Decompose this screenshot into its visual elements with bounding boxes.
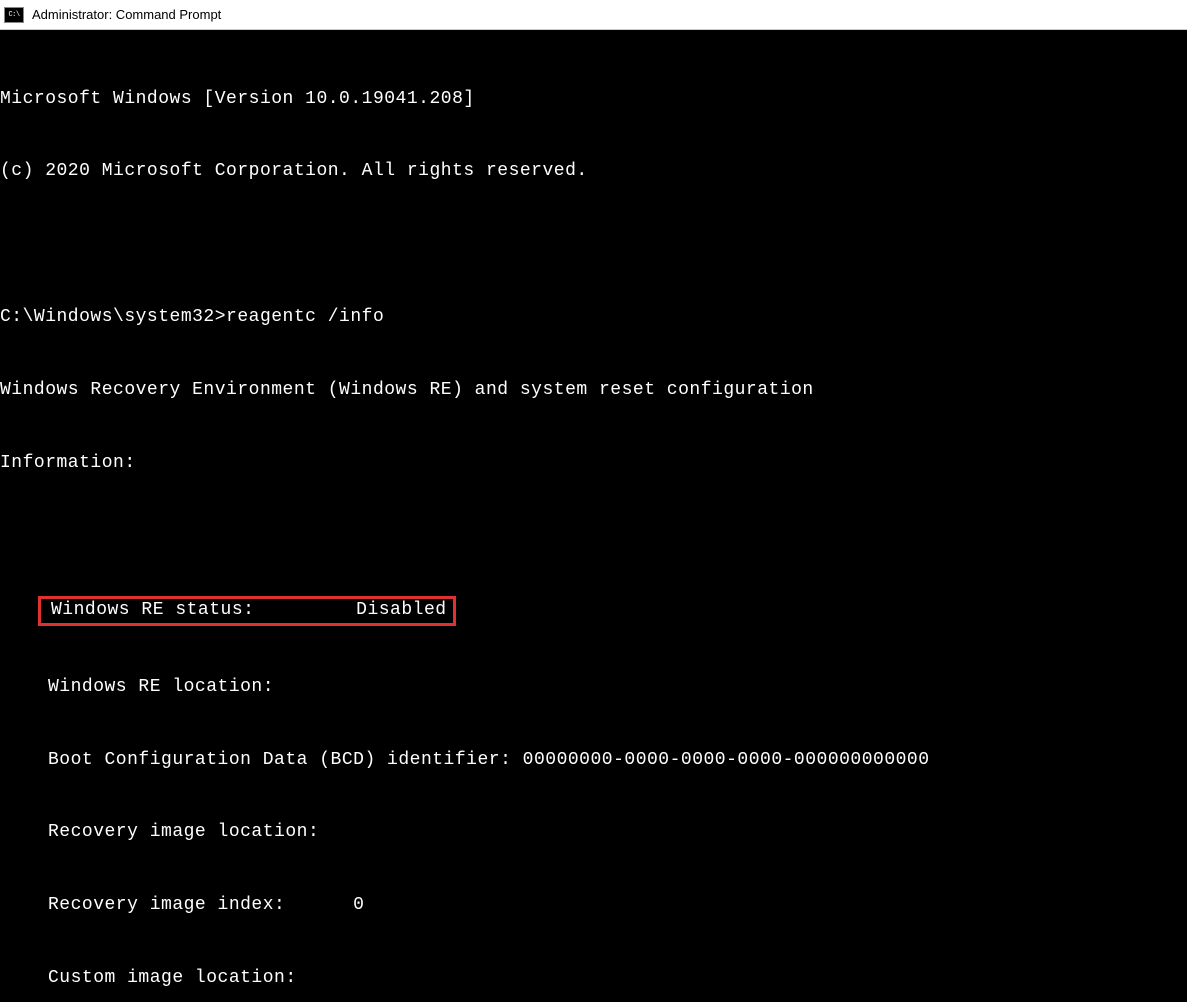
cmd-icon: C:\ [4,7,24,23]
recovery-image-index-row: Recovery image index: 0 [0,893,1187,917]
blank-line [0,524,1187,548]
prompt-command-1: C:\Windows\system32>reagentc /info [0,305,1187,329]
bcd-identifier-row: Boot Configuration Data (BCD) identifier… [0,748,1187,772]
terminal-output[interactable]: Microsoft Windows [Version 10.0.19041.20… [0,30,1187,1002]
recovery-image-location-row: Recovery image location: [0,820,1187,844]
window-title: Administrator: Command Prompt [32,7,221,22]
output-header-line: Windows Recovery Environment (Windows RE… [0,378,1187,402]
highlight-row-1: Windows RE status: Disabled [0,596,1187,626]
blank-line [0,232,1187,256]
re-location-row: Windows RE location: [0,675,1187,699]
copyright-line: (c) 2020 Microsoft Corporation. All righ… [0,159,1187,183]
custom-image-location-row: Custom image location: [0,966,1187,990]
os-version-line: Microsoft Windows [Version 10.0.19041.20… [0,87,1187,111]
window-titlebar[interactable]: C:\ Administrator: Command Prompt [0,0,1187,30]
output-information-label: Information: [0,451,1187,475]
re-status-row: Windows RE status: Disabled [38,596,456,626]
